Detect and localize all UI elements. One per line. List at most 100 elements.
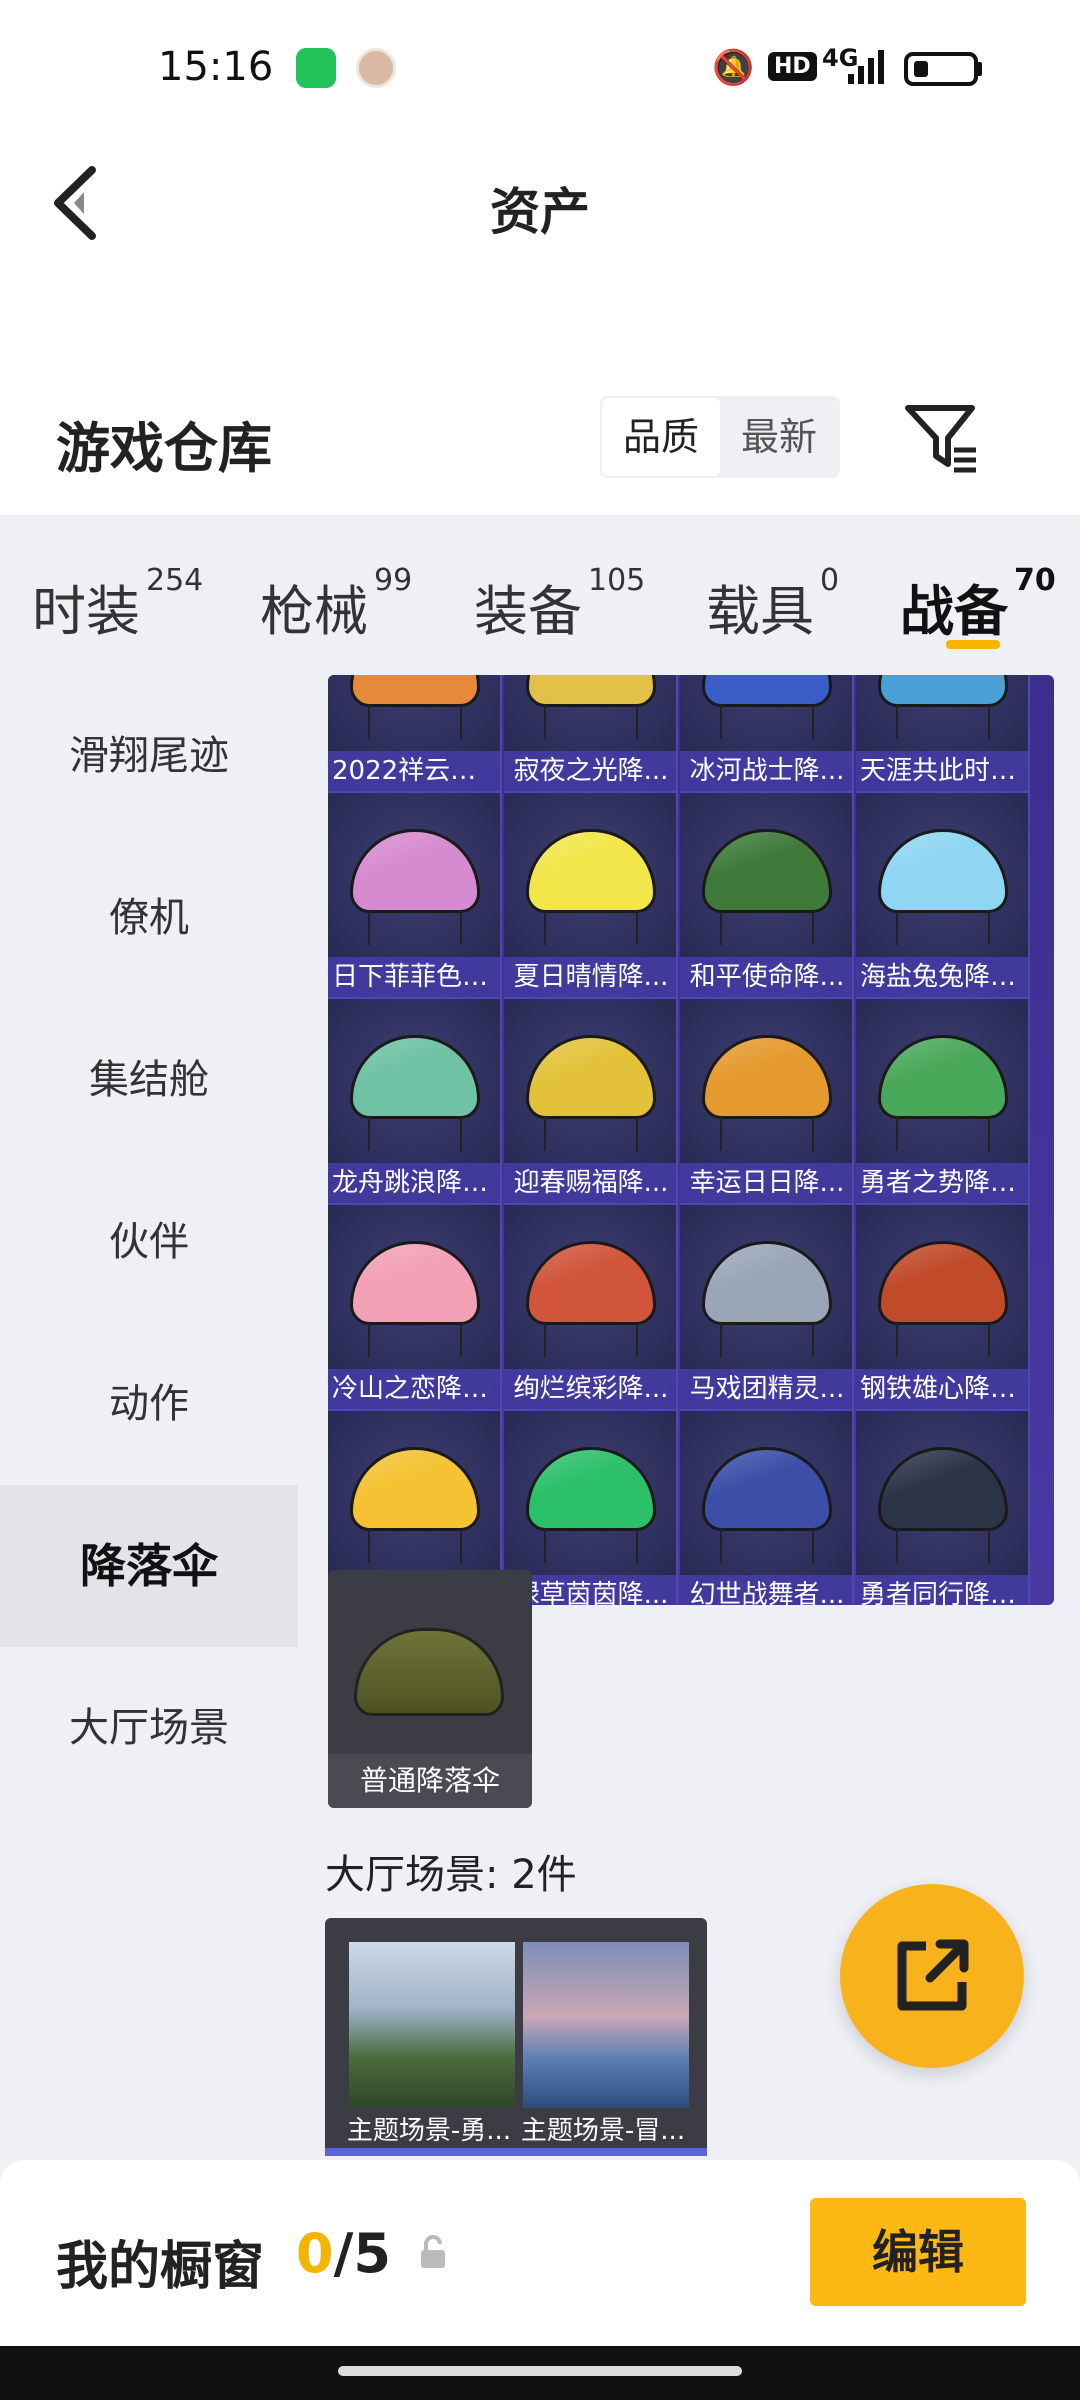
parachute-lines: [896, 705, 990, 739]
parachute-canopy-icon: [526, 1447, 656, 1531]
parachute-canopy-icon: [350, 829, 480, 913]
showcase-title: 我的橱窗: [56, 2237, 265, 2297]
tab-count: 254: [146, 563, 204, 598]
parachute-lines: [368, 911, 462, 945]
parachute-card[interactable]: 寂夜之光降...: [504, 675, 678, 793]
parachute-card[interactable]: 冷山之恋降落...: [328, 1205, 502, 1411]
sidebar-item-lobby-scene[interactable]: 大厅场景: [0, 1647, 298, 1809]
parachute-canopy-icon: [878, 829, 1008, 913]
parachute-card-label: 绚烂缤彩降...: [504, 1369, 676, 1409]
battery-level: [914, 61, 928, 77]
parachute-card[interactable]: 天涯共此时降...: [856, 675, 1030, 793]
parachute-canopy-icon: [702, 1241, 832, 1325]
parachute-card[interactable]: 2022祥云降...: [328, 675, 502, 793]
home-indicator[interactable]: [338, 2366, 742, 2376]
parachute-card[interactable]: 龙舟跳浪降落...: [328, 999, 502, 1205]
sort-toggle: 品质 最新: [600, 396, 840, 478]
lobby-card-accent: [325, 2148, 707, 2156]
tab-equipment[interactable]: 装备 105: [474, 563, 645, 646]
active-tab-indicator: [946, 640, 1000, 649]
parachute-card[interactable]: 迎春赐福降...: [504, 999, 678, 1205]
parachute-canopy-icon: [526, 829, 656, 913]
parachute-card[interactable]: 海盐兔兔降落...: [856, 793, 1030, 999]
parachute-card[interactable]: 日下菲菲色降...: [328, 793, 502, 999]
parachute-canopy-icon: [526, 675, 656, 707]
parachute-canopy-icon: [702, 829, 832, 913]
filter-icon[interactable]: [902, 400, 982, 476]
edit-button[interactable]: 编辑: [810, 2198, 1026, 2306]
parachute-card[interactable]: 马戏团精灵...: [680, 1205, 854, 1411]
battery-icon: [904, 52, 978, 86]
parachute-canopy-icon: [526, 1241, 656, 1325]
parachute-card-label: 和平使命降...: [680, 957, 852, 997]
parachute-canopy-icon: [350, 1241, 480, 1325]
parachute-lines: [720, 705, 814, 739]
sidebar-item-parachute[interactable]: 降落伞: [0, 1485, 298, 1647]
parachute-card-label: 幸运日日降...: [680, 1163, 852, 1203]
parachute-lines: [896, 911, 990, 945]
parachute-canopy-icon: [350, 1035, 480, 1119]
tab-fashion[interactable]: 时装 254: [32, 563, 203, 646]
parachute-canopy-icon: [878, 1447, 1008, 1531]
parachute-canopy-icon: [878, 1241, 1008, 1325]
parachute-card[interactable]: 勇者之势降落...: [856, 999, 1030, 1205]
parachute-card[interactable]: 夏日晴情降...: [504, 793, 678, 999]
sidebar-item-rally-pod[interactable]: 集结舱: [0, 999, 298, 1161]
parachute-card-label: 日下菲菲色降...: [328, 957, 500, 997]
parachute-card-normal[interactable]: 普通降落伞: [328, 1570, 532, 1808]
showcase-current: 0: [296, 2222, 334, 2285]
parachute-card-label: 勇者同行降落...: [856, 1575, 1028, 1605]
parachute-canopy-icon: [350, 675, 480, 707]
sort-latest-option[interactable]: 最新: [720, 396, 838, 478]
sidebar-item-glide-trail[interactable]: 滑翔尾迹: [0, 675, 298, 837]
parachute-lines: [368, 1323, 462, 1357]
mute-icon: 🔕: [712, 48, 755, 88]
parachute-lines: [720, 911, 814, 945]
parachute-card[interactable]: 幸运日日降...: [680, 999, 854, 1205]
sidebar-item-companion[interactable]: 伙伴: [0, 1161, 298, 1323]
parachute-card[interactable]: 钢铁雄心降落...: [856, 1205, 1030, 1411]
sidebar-item-wingman[interactable]: 僚机: [0, 837, 298, 999]
sidebar-item-emote[interactable]: 动作: [0, 1323, 298, 1485]
tab-count: 0: [820, 563, 840, 598]
parachute-card[interactable]: 绚烂缤彩降...: [504, 1205, 678, 1411]
warehouse-title: 游戏仓库: [56, 417, 272, 480]
scene-thumbnail[interactable]: [523, 1942, 689, 2108]
app-icon: [296, 48, 336, 88]
tab-battle-gear[interactable]: 战备 70: [900, 563, 1056, 646]
battery-tip: [976, 62, 982, 76]
showcase-separator: /: [333, 2222, 354, 2285]
parachute-card-label: 天涯共此时降...: [856, 751, 1028, 791]
parachute-card-label: 寂夜之光降...: [504, 751, 676, 791]
parachute-lines: [544, 1323, 638, 1357]
tab-label: 战备: [900, 580, 1008, 643]
sort-quality-option[interactable]: 品质: [602, 398, 720, 476]
parachute-lines: [368, 1117, 462, 1151]
parachute-card-label: 勇者之势降落...: [856, 1163, 1028, 1203]
parachute-card-label: 龙舟跳浪降落...: [328, 1163, 500, 1203]
avatar-icon: [356, 48, 396, 88]
tab-label: 载具: [706, 580, 814, 643]
parachute-card[interactable]: 幻世战舞者...: [680, 1411, 854, 1605]
parachute-grid: 2022祥云降... 寂夜之光降... 冰河战士降... 天涯共此时降... 日下菲菲色…: [328, 675, 1054, 1605]
parachute-card[interactable]: 冰河战士降...: [680, 675, 854, 793]
parachute-card-label: 幻世战舞者...: [680, 1575, 852, 1605]
sidebar: 滑翔尾迹 僚机 集结舱 伙伴 动作 降落伞 大厅场景: [0, 675, 298, 2161]
parachute-card[interactable]: 和平使命降...: [680, 793, 854, 999]
parachute-card-label: 迎春赐福降...: [504, 1163, 676, 1203]
lobby-scene-card: 主题场景-勇... 主题场景-冒...: [325, 1918, 707, 2154]
parachute-lines: [544, 1117, 638, 1151]
parachute-card-label: 冷山之恋降落...: [328, 1369, 500, 1409]
parachute-canopy-icon: [878, 1035, 1008, 1119]
parachute-card-label: 冰河战士降...: [680, 751, 852, 791]
scene-thumbnail[interactable]: [349, 1942, 515, 2108]
parachute-card[interactable]: 勇者同行降落...: [856, 1411, 1030, 1605]
share-button[interactable]: [840, 1884, 1024, 2068]
parachute-card-label: 马戏团精灵...: [680, 1369, 852, 1409]
tab-guns[interactable]: 枪械 99: [260, 563, 412, 646]
parachute-lines: [896, 1117, 990, 1151]
lobby-scene-heading: 大厅场景: 2件: [325, 1852, 577, 1898]
parachute-canopy-icon: [702, 675, 832, 707]
parachute-canopy-icon: [350, 1447, 480, 1531]
tab-vehicles[interactable]: 载具 0: [706, 563, 839, 646]
